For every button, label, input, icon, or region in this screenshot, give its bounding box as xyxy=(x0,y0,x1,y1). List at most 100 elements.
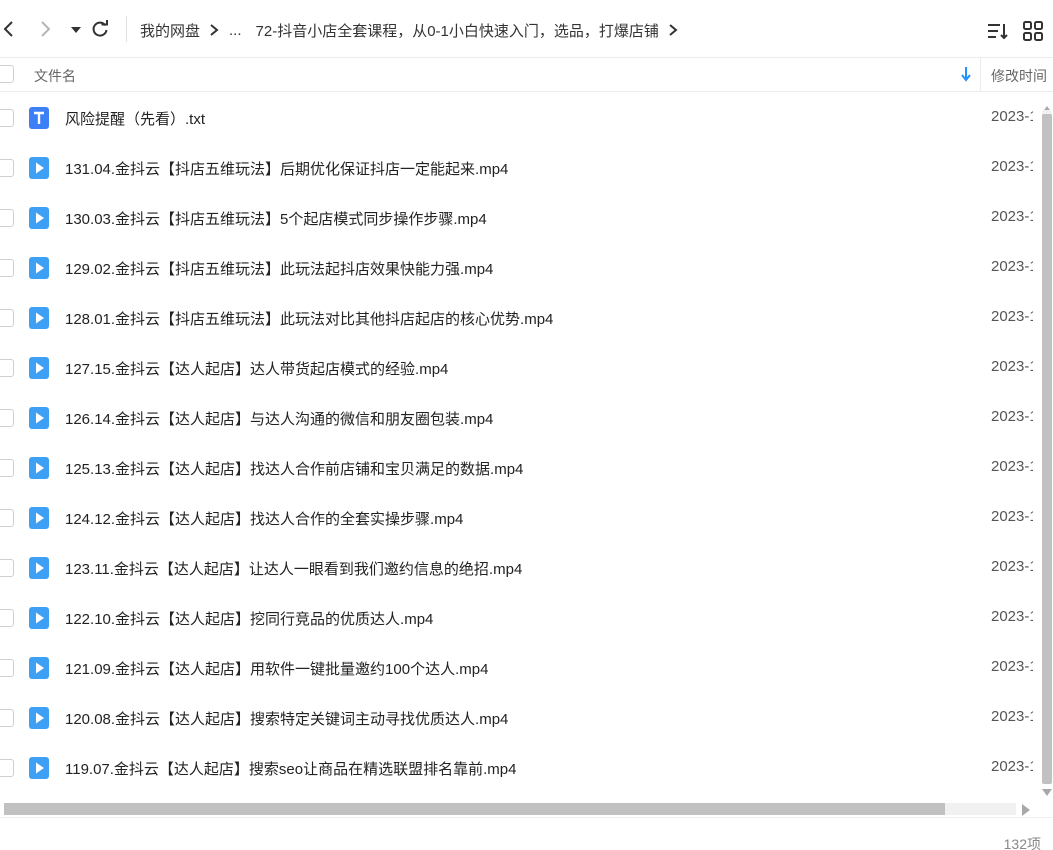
file-name[interactable]: 131.04.金抖云【抖店五维玩法】后期优化保证抖店一定能起来.mp4 xyxy=(65,158,508,179)
file-row[interactable]: 130.03.金抖云【抖店五维玩法】5个起店模式同步操作步骤.mp4 2023-1 xyxy=(0,193,1040,243)
file-modified-date: 2023-1 xyxy=(991,558,1033,575)
file-name[interactable]: 122.10.金抖云【达人起店】挖同行竞品的优质达人.mp4 xyxy=(65,608,433,629)
chevron-right-icon xyxy=(209,23,219,37)
file-name[interactable]: 风险提醒（先看）.txt xyxy=(65,108,205,129)
chevron-right-icon xyxy=(668,23,678,37)
horizontal-scroll-thumb[interactable] xyxy=(4,803,945,815)
column-date-header[interactable]: 修改时间 xyxy=(991,66,1047,86)
video-file-icon xyxy=(29,157,49,179)
file-modified-date: 2023-1 xyxy=(991,358,1033,375)
file-modified-date: 2023-1 xyxy=(991,208,1033,225)
row-checkbox[interactable] xyxy=(0,209,14,227)
file-row[interactable]: 125.13.金抖云【达人起店】找达人合作前店铺和宝贝满足的数据.mp4 2023… xyxy=(0,443,1040,493)
file-modified-date: 2023-1 xyxy=(991,158,1033,175)
video-file-icon xyxy=(29,307,49,329)
video-file-icon xyxy=(29,357,49,379)
file-row[interactable]: 122.10.金抖云【达人起店】挖同行竞品的优质达人.mp4 2023-1 xyxy=(0,593,1040,643)
chevron-left-icon[interactable] xyxy=(0,17,22,41)
video-file-icon xyxy=(29,757,49,779)
caret-down-icon[interactable] xyxy=(64,17,88,41)
toolbar: 我的网盘 ... 72-抖音小店全套课程，从0-1小白快速入门，选品，打爆店铺 xyxy=(0,0,1053,58)
file-modified-date: 2023-1 xyxy=(991,408,1033,425)
row-checkbox[interactable] xyxy=(0,759,14,777)
horizontal-scrollbar[interactable] xyxy=(0,801,1040,817)
file-row[interactable]: 131.04.金抖云【抖店五维玩法】后期优化保证抖店一定能起来.mp4 2023-… xyxy=(0,143,1040,193)
chevron-right-icon[interactable] xyxy=(33,17,57,41)
file-modified-date: 2023-1 xyxy=(991,758,1033,775)
file-modified-date: 2023-1 xyxy=(991,108,1033,125)
breadcrumb: 我的网盘 ... 72-抖音小店全套课程，从0-1小白快速入门，选品，打爆店铺 xyxy=(140,18,688,42)
file-modified-date: 2023-1 xyxy=(991,308,1033,325)
video-file-icon xyxy=(29,507,49,529)
file-row[interactable]: 119.07.金抖云【达人起店】搜索seo让商品在精选联盟排名靠前.mp4 202… xyxy=(0,743,1040,793)
file-name[interactable]: 126.14.金抖云【达人起店】与达人沟通的微信和朋友圈包装.mp4 xyxy=(65,408,493,429)
file-name[interactable]: 120.08.金抖云【达人起店】搜索特定关键词主动寻找优质达人.mp4 xyxy=(65,708,508,729)
file-name[interactable]: 129.02.金抖云【抖店五维玩法】此玩法起抖店效果快能力强.mp4 xyxy=(65,258,493,279)
file-name[interactable]: 125.13.金抖云【达人起店】找达人合作前店铺和宝贝满足的数据.mp4 xyxy=(65,458,523,479)
file-modified-date: 2023-1 xyxy=(991,458,1033,475)
file-name[interactable]: 123.11.金抖云【达人起店】让达人一眼看到我们邀约信息的绝招.mp4 xyxy=(65,558,522,579)
video-file-icon xyxy=(29,657,49,679)
select-all-checkbox[interactable] xyxy=(0,65,14,83)
breadcrumb-ellipsis[interactable]: ... xyxy=(229,22,242,39)
file-row[interactable]: 123.11.金抖云【达人起店】让达人一眼看到我们邀约信息的绝招.mp4 2023… xyxy=(0,543,1040,593)
video-file-icon xyxy=(29,457,49,479)
column-header: 文件名 修改时间 xyxy=(0,58,1053,92)
row-checkbox[interactable] xyxy=(0,259,14,277)
refresh-icon[interactable] xyxy=(88,17,112,41)
file-name[interactable]: 127.15.金抖云【达人起店】达人带货起店模式的经验.mp4 xyxy=(65,358,448,379)
sort-arrow-icon[interactable] xyxy=(960,66,972,82)
file-modified-date: 2023-1 xyxy=(991,658,1033,675)
file-name[interactable]: 128.01.金抖云【抖店五维玩法】此玩法对比其他抖店起店的核心优势.mp4 xyxy=(65,308,553,329)
sort-list-icon[interactable] xyxy=(985,19,1009,43)
scroll-up-icon[interactable] xyxy=(1042,100,1052,113)
file-name[interactable]: 130.03.金抖云【抖店五维玩法】5个起店模式同步操作步骤.mp4 xyxy=(65,208,487,229)
row-checkbox[interactable] xyxy=(0,559,14,577)
vertical-scrollbar[interactable] xyxy=(1040,96,1053,796)
file-modified-date: 2023-1 xyxy=(991,608,1033,625)
vertical-scroll-thumb[interactable] xyxy=(1042,114,1052,784)
file-name[interactable]: 121.09.金抖云【达人起店】用软件一键批量邀约100个达人.mp4 xyxy=(65,658,488,679)
row-checkbox[interactable] xyxy=(0,309,14,327)
row-checkbox[interactable] xyxy=(0,109,14,127)
file-modified-date: 2023-1 xyxy=(991,258,1033,275)
file-name[interactable]: 119.07.金抖云【达人起店】搜索seo让商品在精选联盟排名靠前.mp4 xyxy=(65,758,516,779)
video-file-icon xyxy=(29,707,49,729)
toolbar-divider xyxy=(126,16,127,42)
grid-view-icon[interactable] xyxy=(1021,19,1045,43)
file-row[interactable]: 风险提醒（先看）.txt 2023-1 xyxy=(0,93,1040,143)
row-checkbox[interactable] xyxy=(0,359,14,377)
video-file-icon xyxy=(29,557,49,579)
row-checkbox[interactable] xyxy=(0,409,14,427)
scroll-down-icon[interactable] xyxy=(1042,784,1052,796)
scroll-right-icon[interactable] xyxy=(1021,803,1031,816)
status-bar: 132项 xyxy=(0,817,1053,850)
file-list: 风险提醒（先看）.txt2023-1131.04.金抖云【抖店五维玩法】后期优化… xyxy=(0,93,1040,798)
row-checkbox[interactable] xyxy=(0,609,14,627)
breadcrumb-current-folder[interactable]: 72-抖音小店全套课程，从0-1小白快速入门，选品，打爆店铺 xyxy=(256,20,659,41)
breadcrumb-root[interactable]: 我的网盘 xyxy=(140,20,200,41)
file-row[interactable]: 124.12.金抖云【达人起店】找达人合作的全套实操步骤.mp4 2023-1 xyxy=(0,493,1040,543)
row-checkbox[interactable] xyxy=(0,509,14,527)
video-file-icon xyxy=(29,257,49,279)
file-row[interactable]: 121.09.金抖云【达人起店】用软件一键批量邀约100个达人.mp4 2023-… xyxy=(0,643,1040,693)
file-name[interactable]: 124.12.金抖云【达人起店】找达人合作的全套实操步骤.mp4 xyxy=(65,508,463,529)
file-row[interactable]: 128.01.金抖云【抖店五维玩法】此玩法对比其他抖店起店的核心优势.mp4 20… xyxy=(0,293,1040,343)
row-checkbox[interactable] xyxy=(0,659,14,677)
file-row[interactable]: 120.08.金抖云【达人起店】搜索特定关键词主动寻找优质达人.mp4 2023-… xyxy=(0,693,1040,743)
row-checkbox[interactable] xyxy=(0,709,14,727)
video-file-icon xyxy=(29,407,49,429)
file-modified-date: 2023-1 xyxy=(991,708,1033,725)
column-name-header[interactable]: 文件名 xyxy=(34,66,76,86)
text-file-icon xyxy=(29,107,49,129)
row-checkbox[interactable] xyxy=(0,159,14,177)
row-checkbox[interactable] xyxy=(0,459,14,477)
video-file-icon xyxy=(29,207,49,229)
video-file-icon xyxy=(29,607,49,629)
file-browser-window: 我的网盘 ... 72-抖音小店全套课程，从0-1小白快速入门，选品，打爆店铺 xyxy=(0,0,1053,850)
file-modified-date: 2023-1 xyxy=(991,508,1033,525)
file-row[interactable]: 127.15.金抖云【达人起店】达人带货起店模式的经验.mp4 2023-1 xyxy=(0,343,1040,393)
file-row[interactable]: 126.14.金抖云【达人起店】与达人沟通的微信和朋友圈包装.mp4 2023-1 xyxy=(0,393,1040,443)
item-count: 132项 xyxy=(1003,836,1041,850)
file-row[interactable]: 129.02.金抖云【抖店五维玩法】此玩法起抖店效果快能力强.mp4 2023-1 xyxy=(0,243,1040,293)
